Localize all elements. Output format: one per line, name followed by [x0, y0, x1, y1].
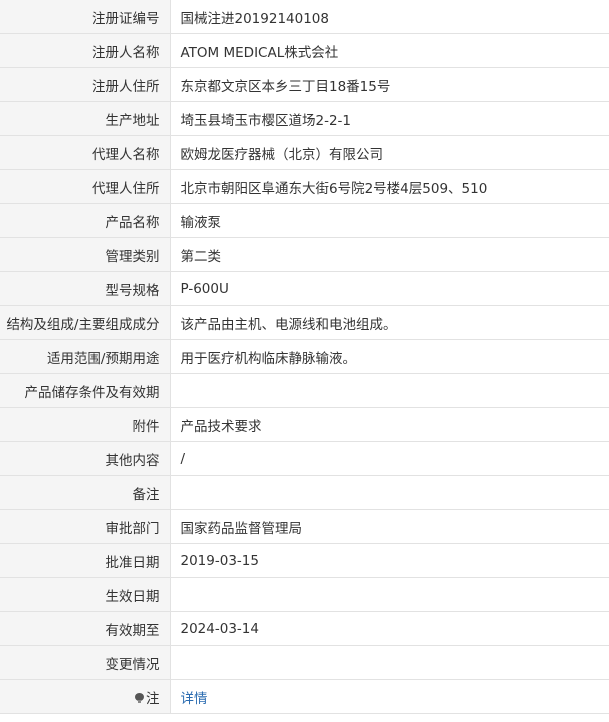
field-label: 审批部门: [0, 509, 171, 544]
field-value: [170, 645, 609, 680]
table-row: 结构及组成/主要组成成分 该产品由主机、电源线和电池组成。: [0, 305, 609, 340]
field-value: [170, 373, 609, 408]
table-row: 注册人住所 东京都文京区本乡三丁目18番15号: [0, 67, 609, 102]
field-value: 国家药品监督管理局: [170, 509, 609, 544]
table-row: 代理人名称 欧姆龙医疗器械（北京）有限公司: [0, 135, 609, 170]
note-value-cell: 详情: [170, 679, 609, 714]
field-value: 2019-03-15: [170, 543, 609, 578]
table-row: 批准日期 2019-03-15: [0, 543, 609, 578]
field-label: 变更情况: [0, 645, 171, 680]
table-row: 适用范围/预期用途 用于医疗机构临床静脉输液。: [0, 339, 609, 374]
table-row: 管理类别 第二类: [0, 237, 609, 272]
field-label: 有效期至: [0, 611, 171, 646]
field-label: 管理类别: [0, 237, 171, 272]
table-row: 其他内容 /: [0, 441, 609, 476]
table-row: 变更情况: [0, 645, 609, 680]
field-value: [170, 577, 609, 612]
table-row: 代理人住所 北京市朝阳区阜通东大街6号院2号楼4层509、510: [0, 169, 609, 204]
field-value: 埼玉县埼玉市樱区道场2-2-1: [170, 101, 609, 136]
table-row: 注册人名称 ATOM MEDICAL株式会社: [0, 33, 609, 68]
lightbulb-icon: [135, 692, 144, 704]
table-row: 产品名称 输液泵: [0, 203, 609, 238]
field-label: 注册人名称: [0, 33, 171, 68]
field-label: 代理人住所: [0, 169, 171, 204]
table-row: 附件 产品技术要求: [0, 407, 609, 442]
table-row: 生效日期: [0, 577, 609, 612]
field-value: 用于医疗机构临床静脉输液。: [170, 339, 609, 374]
field-label: 注册人住所: [0, 67, 171, 102]
note-label: 注: [146, 690, 160, 707]
field-label: 代理人名称: [0, 135, 171, 170]
field-label: 附件: [0, 407, 171, 442]
field-value: 该产品由主机、电源线和电池组成。: [170, 305, 609, 340]
field-label: 产品储存条件及有效期: [0, 373, 171, 408]
field-value: 产品技术要求: [170, 407, 609, 442]
field-value: 欧姆龙医疗器械（北京）有限公司: [170, 135, 609, 170]
field-label: 适用范围/预期用途: [0, 339, 171, 374]
table-row: 备注: [0, 475, 609, 510]
field-label: 结构及组成/主要组成成分: [0, 305, 171, 340]
field-label: 注册证编号: [0, 0, 171, 34]
field-label: 备注: [0, 475, 171, 510]
field-label: 型号规格: [0, 271, 171, 306]
field-value: [170, 475, 609, 510]
table-row: 有效期至 2024-03-14: [0, 611, 609, 646]
field-label: 批准日期: [0, 543, 171, 578]
field-value: 东京都文京区本乡三丁目18番15号: [170, 67, 609, 102]
table-row: 生产地址 埼玉县埼玉市樱区道场2-2-1: [0, 101, 609, 136]
details-link[interactable]: 详情: [181, 691, 208, 707]
field-label: 生效日期: [0, 577, 171, 612]
table-row: 产品储存条件及有效期: [0, 373, 609, 408]
table-row: 注册证编号 国械注进20192140108: [0, 0, 609, 34]
table-row: 型号规格 P-600U: [0, 271, 609, 306]
registration-table: 注册证编号 国械注进20192140108 注册人名称 ATOM MEDICAL株式会…: [0, 0, 609, 714]
field-value: 2024-03-14: [170, 611, 609, 646]
field-value: 第二类: [170, 237, 609, 272]
field-value: 北京市朝阳区阜通东大街6号院2号楼4层509、510: [170, 169, 609, 204]
field-value: P-600U: [170, 271, 609, 306]
note-label-cell: 注: [0, 679, 171, 714]
table-row: 审批部门 国家药品监督管理局: [0, 509, 609, 544]
field-value: /: [170, 441, 609, 476]
note-row: 注 详情: [0, 679, 609, 714]
field-label: 生产地址: [0, 101, 171, 136]
field-value: 国械注进20192140108: [170, 0, 609, 34]
field-label: 其他内容: [0, 441, 171, 476]
field-value: 输液泵: [170, 203, 609, 238]
field-label: 产品名称: [0, 203, 171, 238]
field-value: ATOM MEDICAL株式会社: [170, 33, 609, 68]
